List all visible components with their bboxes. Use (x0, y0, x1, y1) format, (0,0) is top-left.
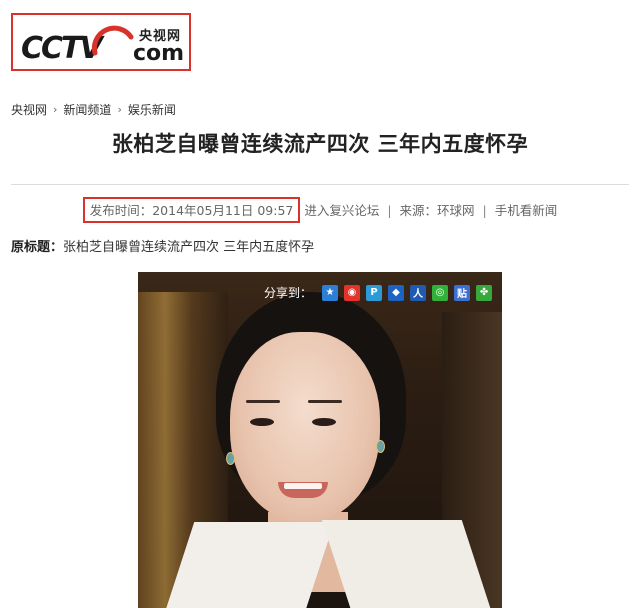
logo-arc-icon (91, 25, 134, 56)
original-title: 原标题：张柏芝自曝曾连续流产四次 三年内五度怀孕 (11, 236, 314, 255)
photo-eye-left (250, 418, 274, 426)
renren-icon[interactable]: 人 (410, 284, 427, 301)
breadcrumb-entertainment[interactable]: 娱乐新闻 (128, 101, 176, 118)
tieba-icon[interactable]: 贴 (454, 284, 471, 301)
photo-eye-right (312, 418, 336, 426)
breadcrumb-home[interactable]: 央视网 (11, 101, 47, 118)
wechat-icon[interactable]: ◎ (432, 284, 449, 301)
photo-earring-left (226, 452, 235, 465)
logo-wordmark: CCTV (21, 31, 103, 66)
photo-brow-right (308, 400, 342, 403)
meta-separator: | (482, 203, 487, 218)
forum-link[interactable]: 进入复兴论坛 (304, 203, 379, 218)
weibo-icon[interactable]: ◉ (344, 284, 361, 301)
photo-teeth (284, 483, 322, 489)
original-title-text: 张柏芝自曝曾连续流产四次 三年内五度怀孕 (63, 240, 315, 255)
original-title-label: 原标题： (11, 240, 64, 255)
clover-icon[interactable]: ✤ (476, 284, 493, 301)
qzone-icon[interactable]: ★ (322, 284, 339, 301)
cctv-logo[interactable]: CCTV 央视网 com (11, 13, 191, 71)
photo-earring-right (376, 440, 385, 453)
photo-brow-left (246, 400, 280, 403)
article-source: 来源：环球网 (399, 203, 475, 218)
article-title: 张柏芝自曝曾连续流产四次 三年内五度怀孕 (111, 132, 529, 156)
breadcrumb: 央视网 › 新闻频道 › 娱乐新闻 (11, 101, 176, 118)
share-bar: 分享到： ★ ◉ P ◆ 人 ◎ 贴 ✤ (264, 284, 493, 301)
breadcrumb-separator: › (117, 103, 122, 116)
publish-time: 发布时间：2014年05月11日 09:57 (82, 197, 301, 223)
meta-separator: | (387, 203, 392, 218)
qqweibo-icon[interactable]: P (366, 284, 383, 301)
qq-icon[interactable]: ◆ (388, 284, 405, 301)
share-label: 分享到： (264, 286, 313, 300)
mobile-news-link[interactable]: 手机看新闻 (495, 203, 558, 218)
title-divider (11, 184, 629, 185)
article-photo (138, 272, 502, 608)
breadcrumb-separator: › (53, 103, 58, 116)
breadcrumb-news-channel[interactable]: 新闻频道 (63, 101, 111, 118)
article-meta: 发布时间：2014年05月11日 09:57 进入复兴论坛 | 来源：环球网 |… (0, 197, 640, 223)
logo-domain: com (133, 41, 185, 66)
